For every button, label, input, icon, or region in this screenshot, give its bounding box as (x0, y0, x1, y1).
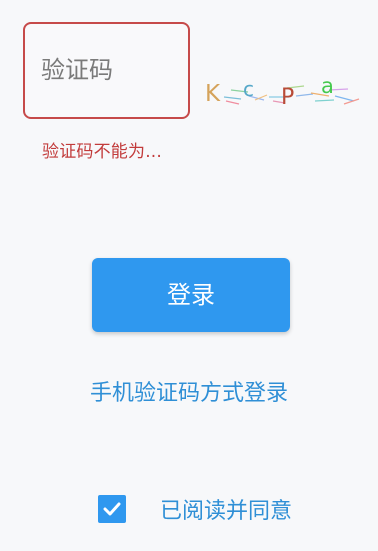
captcha-letters: K c P a (205, 74, 334, 110)
agreement-row[interactable]: 已阅读并同意 (98, 492, 292, 526)
sms-login-link[interactable]: 手机验证码方式登录 (0, 375, 378, 407)
login-button[interactable]: 登录 (92, 258, 290, 332)
agreement-checkbox[interactable] (98, 495, 126, 523)
agreement-label: 已阅读并同意 (160, 499, 293, 524)
captcha-image[interactable]: K c P a (203, 70, 363, 118)
svg-text:c: c (243, 77, 254, 101)
captcha-input[interactable] (23, 22, 190, 119)
svg-text:K: K (205, 81, 221, 107)
svg-text:P: P (281, 85, 294, 110)
svg-text:a: a (321, 74, 334, 98)
captcha-error-message: 验证码不能为... (42, 142, 163, 162)
checkmark-icon (103, 502, 121, 516)
login-page: K c P a 验证码不能为... 登录 手机验证码方式登录 已阅读并同意 (0, 0, 378, 551)
